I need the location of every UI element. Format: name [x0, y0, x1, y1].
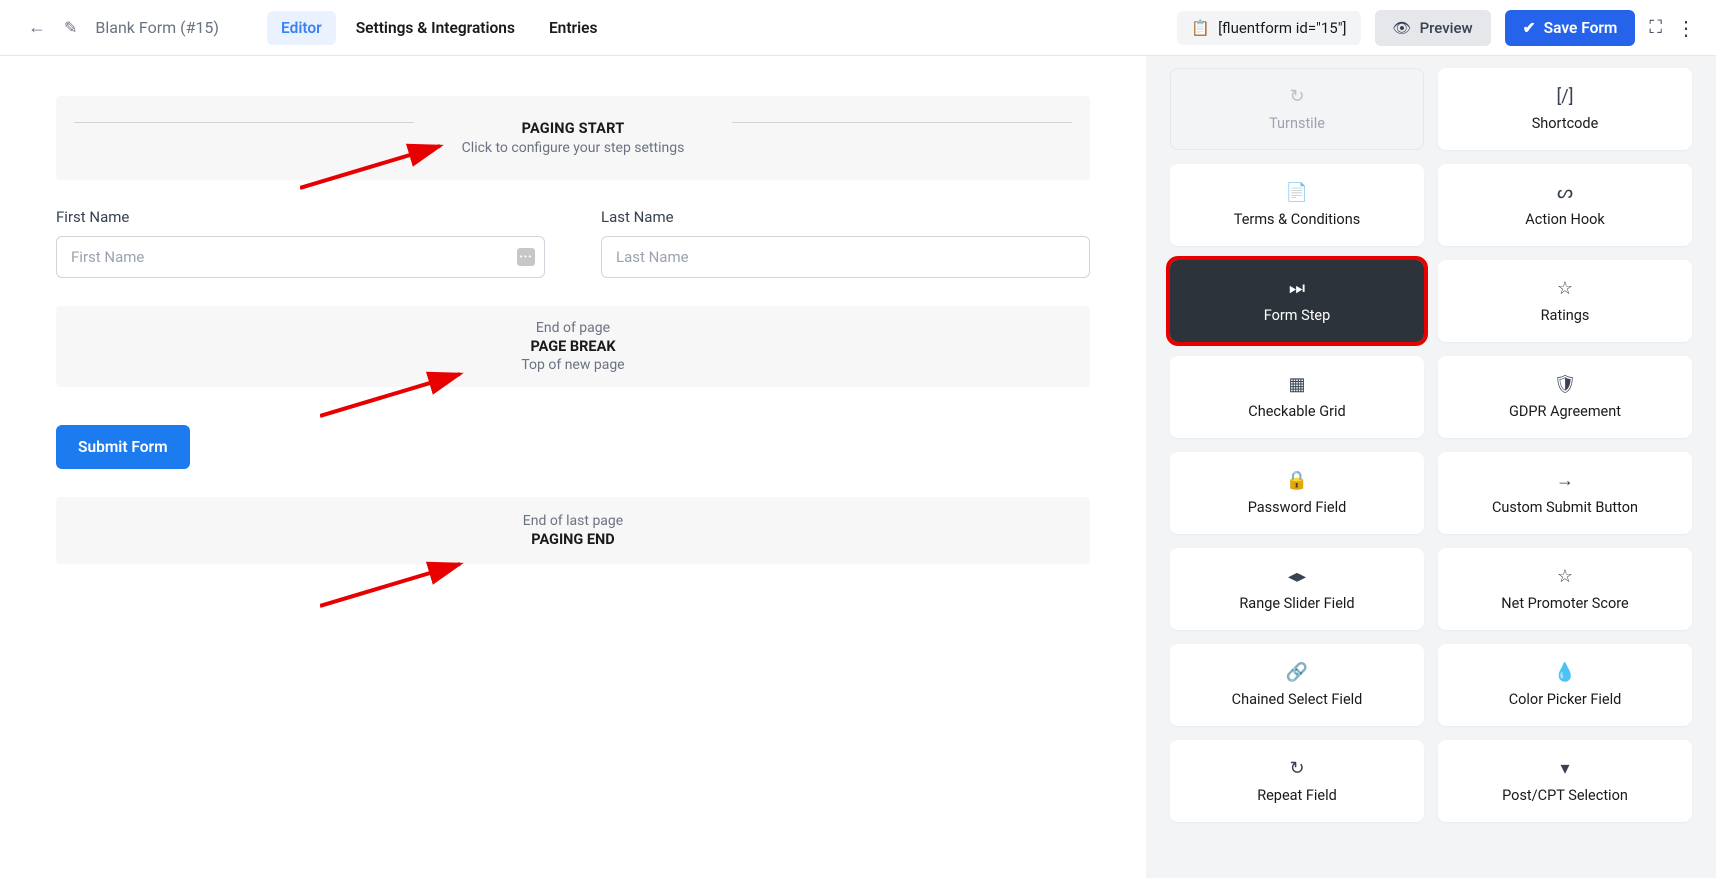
- check-icon: ✔: [1523, 19, 1536, 37]
- field-card-label: Turnstile: [1269, 115, 1325, 132]
- shortcode-box[interactable]: 📋 [fluentform id="15"]: [1177, 11, 1360, 45]
- field-card-net-promoter-score[interactable]: ☆ Net Promoter Score: [1438, 548, 1692, 630]
- checkable-grid-icon: ▦: [1288, 374, 1305, 395]
- field-card-label: GDPR Agreement: [1509, 403, 1621, 420]
- field-card-color-picker-field[interactable]: 💧 Color Picker Field: [1438, 644, 1692, 726]
- page-break-block[interactable]: End of page PAGE BREAK Top of new page: [56, 306, 1090, 387]
- post-cpt-selection-icon: ▾: [1560, 758, 1569, 779]
- repeat-field-icon: ↻: [1289, 758, 1304, 779]
- field-card-label: Form Step: [1264, 307, 1331, 324]
- canvas: PAGING START Click to configure your ste…: [0, 56, 1146, 878]
- field-options-icon[interactable]: •••: [517, 248, 535, 266]
- tab-settings[interactable]: Settings & Integrations: [342, 11, 529, 45]
- gdpr-agreement-icon: 🛡: [1554, 374, 1577, 395]
- save-label: Save Form: [1544, 19, 1618, 37]
- ratings-icon: ☆: [1557, 278, 1573, 299]
- password-field-icon: 🔒: [1286, 470, 1308, 491]
- tab-editor[interactable]: Editor: [267, 11, 336, 45]
- field-card-form-step[interactable]: ⏭ Form Step: [1170, 260, 1424, 342]
- field-card-label: Range Slider Field: [1239, 595, 1354, 612]
- last-name-field[interactable]: Last Name: [601, 208, 1090, 278]
- field-card-label: Password Field: [1248, 499, 1347, 516]
- field-card-label: Shortcode: [1532, 115, 1599, 132]
- chained-select-field-icon: 🔗: [1286, 662, 1308, 683]
- custom-submit-button-icon: →: [1556, 470, 1574, 491]
- page-break-bottom: Top of new page: [74, 357, 1072, 373]
- field-card-label: Chained Select Field: [1232, 691, 1363, 708]
- fields-panel: ↻ Turnstile [/] Shortcode 📄 Terms & Condition…: [1146, 56, 1716, 878]
- submit-button[interactable]: Submit Form: [56, 425, 190, 469]
- field-card-label: Checkable Grid: [1248, 403, 1345, 420]
- paging-start-block[interactable]: PAGING START Click to configure your ste…: [56, 96, 1090, 180]
- field-card-custom-submit-button[interactable]: → Custom Submit Button: [1438, 452, 1692, 534]
- field-card-label: Custom Submit Button: [1492, 499, 1638, 516]
- turnstile-icon: ↻: [1289, 86, 1304, 107]
- form-title: Blank Form (#15): [95, 18, 219, 37]
- paging-start-title: PAGING START: [74, 120, 1072, 137]
- field-card-shortcode[interactable]: [/] Shortcode: [1438, 68, 1692, 150]
- shortcode-text: [fluentform id="15"]: [1218, 19, 1346, 37]
- last-name-label: Last Name: [601, 208, 1090, 226]
- field-card-label: Net Promoter Score: [1501, 595, 1628, 612]
- expand-icon[interactable]: ⛶: [1649, 17, 1662, 38]
- color-picker-field-icon: 💧: [1554, 662, 1576, 683]
- form-step-icon: ⏭: [1289, 278, 1305, 299]
- field-card-checkable-grid[interactable]: ▦ Checkable Grid: [1170, 356, 1424, 438]
- annotation-arrow-1: [300, 138, 460, 198]
- field-card-action-hook[interactable]: ᔕ Action Hook: [1438, 164, 1692, 246]
- last-name-input[interactable]: [601, 236, 1090, 278]
- paging-end-block[interactable]: End of last page PAGING END: [56, 497, 1090, 564]
- preview-button[interactable]: 👁 Preview: [1375, 10, 1491, 46]
- field-card-label: Color Picker Field: [1509, 691, 1622, 708]
- back-icon[interactable]: ←: [28, 17, 46, 38]
- tab-entries[interactable]: Entries: [535, 11, 612, 45]
- eye-icon: 👁: [1393, 19, 1412, 37]
- field-card-range-slider-field[interactable]: ◂▸ Range Slider Field: [1170, 548, 1424, 630]
- net-promoter-score-icon: ☆: [1557, 566, 1573, 587]
- annotation-arrow-3: [320, 556, 480, 616]
- first-name-field[interactable]: First Name •••: [56, 208, 545, 278]
- preview-label: Preview: [1420, 19, 1473, 37]
- shortcode-icon: [/]: [1557, 86, 1574, 107]
- field-card-post-cpt-selection[interactable]: ▾ Post/CPT Selection: [1438, 740, 1692, 822]
- action-hook-icon: ᔕ: [1557, 182, 1573, 203]
- field-card-label: Post/CPT Selection: [1502, 787, 1628, 804]
- field-card-label: Ratings: [1541, 307, 1590, 324]
- field-card-label: Repeat Field: [1257, 787, 1337, 804]
- field-card-ratings[interactable]: ☆ Ratings: [1438, 260, 1692, 342]
- paging-start-sub: Click to configure your step settings: [74, 140, 1072, 156]
- field-card-chained-select-field[interactable]: 🔗 Chained Select Field: [1170, 644, 1424, 726]
- annotation-arrow-2: [320, 366, 480, 426]
- field-card-gdpr-agreement[interactable]: 🛡 GDPR Agreement: [1438, 356, 1692, 438]
- top-tabs: Editor Settings & Integrations Entries: [267, 11, 611, 45]
- paging-end-top: End of last page: [74, 513, 1072, 529]
- field-card-label: Terms & Conditions: [1234, 211, 1360, 228]
- field-card-password-field[interactable]: 🔒 Password Field: [1170, 452, 1424, 534]
- first-name-label: First Name: [56, 208, 545, 226]
- first-name-input[interactable]: [56, 236, 545, 278]
- paging-end-title: PAGING END: [74, 531, 1072, 548]
- field-card-turnstile: ↻ Turnstile: [1170, 68, 1424, 150]
- more-icon[interactable]: ⋮: [1676, 16, 1696, 40]
- terms-conditions-icon: 📄: [1286, 182, 1308, 203]
- range-slider-field-icon: ◂▸: [1288, 566, 1306, 587]
- field-card-label: Action Hook: [1525, 211, 1604, 228]
- field-card-repeat-field[interactable]: ↻ Repeat Field: [1170, 740, 1424, 822]
- page-break-title: PAGE BREAK: [74, 338, 1072, 355]
- save-button[interactable]: ✔ Save Form: [1505, 10, 1636, 46]
- pencil-icon[interactable]: ✎: [64, 18, 77, 37]
- field-card-terms-conditions[interactable]: 📄 Terms & Conditions: [1170, 164, 1424, 246]
- topbar: ← ✎ Blank Form (#15) Editor Settings & I…: [0, 0, 1716, 56]
- copy-icon: 📋: [1191, 19, 1210, 37]
- page-break-top: End of page: [74, 320, 1072, 336]
